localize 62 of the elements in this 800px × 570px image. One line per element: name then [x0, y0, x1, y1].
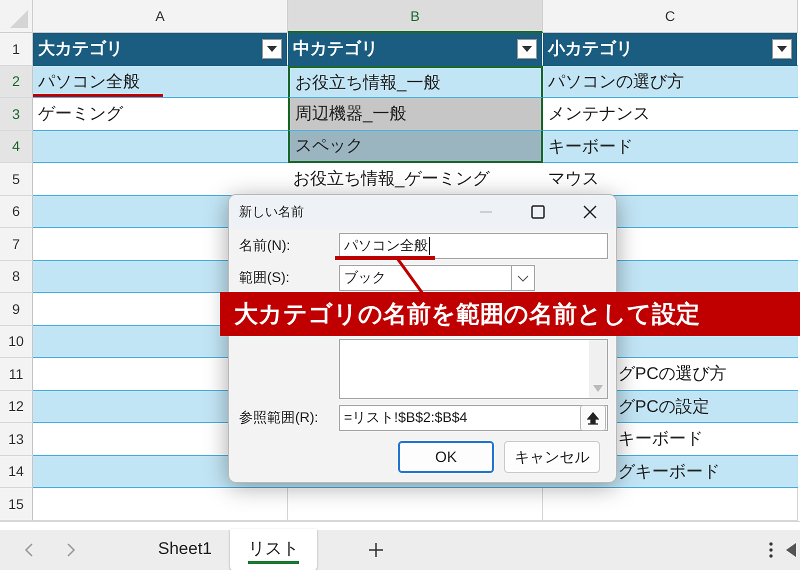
- cell-text: グPCの設定: [618, 396, 710, 418]
- row-header[interactable]: 14: [0, 456, 33, 488]
- scope-dropdown[interactable]: ブック: [339, 265, 535, 291]
- cell-text: キーボード: [548, 136, 633, 158]
- cell-text: 小カテゴリ: [548, 38, 633, 60]
- cell-text: スペック: [295, 135, 363, 158]
- filter-button[interactable]: [262, 38, 282, 59]
- add-sheet-icon[interactable]: [366, 541, 385, 559]
- row-header[interactable]: 10: [0, 326, 33, 358]
- callout-banner: 大カテゴリの名前を範囲の名前として設定: [220, 292, 800, 336]
- collapse-dialog-button[interactable]: [580, 405, 606, 431]
- comment-field[interactable]: [339, 339, 608, 399]
- field-label: 範囲(S):: [239, 269, 291, 287]
- row-header[interactable]: 11: [0, 358, 33, 390]
- cancel-button[interactable]: キャンセル: [504, 441, 600, 473]
- caret-icon: [267, 46, 277, 52]
- maximize-icon[interactable]: [531, 205, 545, 219]
- arrow-up-icon: [587, 412, 599, 424]
- cell-text: 中カテゴリ: [293, 38, 378, 60]
- row-header[interactable]: 9: [0, 293, 33, 326]
- close-icon[interactable]: [583, 205, 597, 219]
- row-header[interactable]: 6: [0, 196, 33, 228]
- cell-text: お役立ち情報_一般: [295, 72, 440, 94]
- name-field[interactable]: パソコン全般: [339, 233, 608, 259]
- cell-text: パソコンの選び方: [548, 70, 684, 93]
- cell-text: グPCの選び方: [618, 363, 727, 386]
- caret-icon: [777, 46, 787, 52]
- row-header[interactable]: 4: [0, 130, 33, 163]
- reference-field[interactable]: =リスト!$B$2:$B$4: [339, 405, 608, 431]
- ok-button[interactable]: OK: [398, 441, 494, 473]
- field-label: 参照範囲(R):: [239, 409, 320, 427]
- column-header[interactable]: C: [543, 0, 798, 33]
- cell-text: ゲーミング: [38, 103, 123, 126]
- dialog-title: 新しい名前: [239, 203, 305, 221]
- cell-text: メンテナンス: [548, 103, 650, 126]
- column-header[interactable]: B: [288, 0, 543, 33]
- row-header[interactable]: 13: [0, 423, 33, 456]
- cell-text: パソコン全般: [38, 70, 140, 93]
- cell-text: マウス: [548, 168, 599, 190]
- scroll-left-icon[interactable]: [784, 542, 798, 558]
- sheet-tab[interactable]: リスト: [230, 528, 317, 570]
- row-header[interactable]: 12: [0, 390, 33, 423]
- row-header[interactable]: 7: [0, 228, 33, 260]
- row-header[interactable]: 2: [0, 66, 33, 98]
- field-label: 名前(N):: [239, 237, 292, 255]
- row-header[interactable]: 5: [0, 163, 33, 196]
- row-header[interactable]: 3: [0, 98, 33, 130]
- cell-text: 周辺機器_一般: [295, 103, 406, 126]
- filter-button[interactable]: [772, 38, 792, 59]
- column-header[interactable]: A: [33, 0, 288, 33]
- cell-text: お役立ち情報_ゲーミング: [293, 168, 490, 190]
- cell-text: 大カテゴリ: [38, 38, 123, 60]
- row-header[interactable]: 15: [0, 488, 33, 520]
- cell-text: グキーボード: [618, 460, 720, 483]
- sheet-tab[interactable]: Sheet1: [140, 530, 230, 570]
- more-icon[interactable]: [768, 541, 774, 559]
- chevron-down-icon[interactable]: [517, 274, 529, 282]
- row-header[interactable]: 1: [0, 33, 33, 66]
- cell-text: キーボード: [618, 428, 703, 450]
- row-header[interactable]: 8: [0, 260, 33, 293]
- filter-button[interactable]: [517, 38, 537, 59]
- caret-icon: [522, 46, 532, 52]
